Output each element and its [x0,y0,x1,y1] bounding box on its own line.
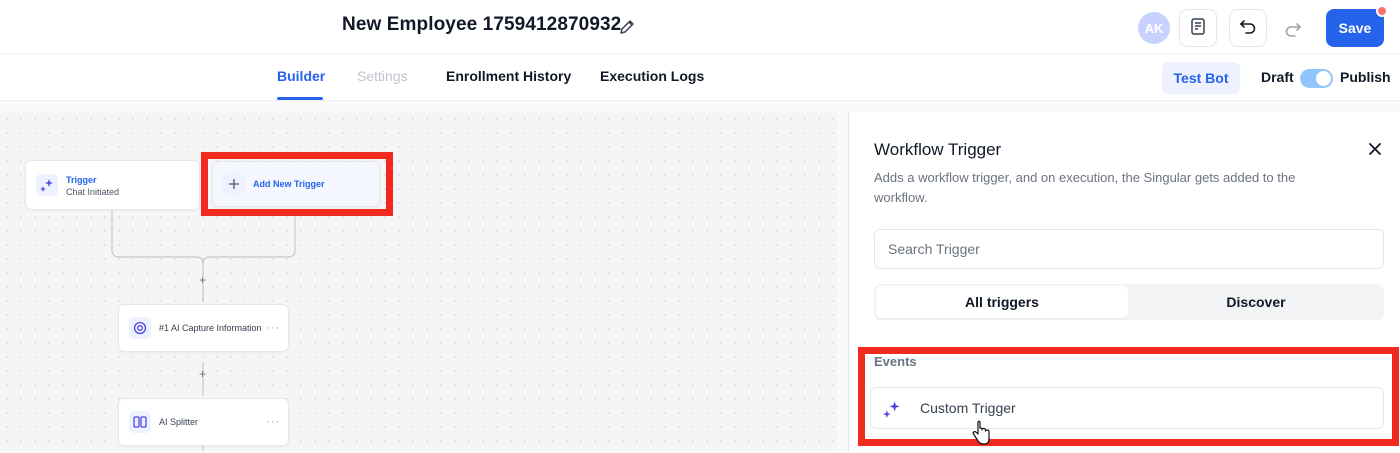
action-node-ai-capture[interactable]: #1 AI Capture Information ··· [118,304,289,352]
trigger-node[interactable]: Trigger Chat Initiated [25,160,200,210]
test-bot-button[interactable]: Test Bot [1162,62,1240,94]
tab-enrollment-history[interactable]: Enrollment History [446,68,571,84]
redo-icon[interactable] [1283,19,1303,44]
active-tab-indicator [277,97,323,100]
action-node-ai-splitter[interactable]: AI Splitter ··· [118,398,289,446]
tab-execution-logs[interactable]: Execution Logs [600,68,704,84]
segment-all-triggers[interactable]: All triggers [876,286,1128,318]
panel-description: Adds a workflow trigger, and on executio… [874,170,1296,205]
save-button[interactable]: Save [1326,9,1384,47]
target-icon [129,317,151,339]
close-icon[interactable] [1366,140,1384,158]
search-trigger-input[interactable] [874,229,1384,269]
publish-toggle[interactable] [1300,69,1333,88]
panel-title: Workflow Trigger [874,140,1002,159]
add-step-plus-icon[interactable]: + [199,273,206,287]
notes-button[interactable] [1179,9,1217,47]
tab-settings[interactable]: Settings [357,68,408,84]
trigger-node-title: Trigger [66,175,97,185]
unsaved-indicator [1376,5,1388,17]
workflow-canvas[interactable]: Trigger Chat Initiated Add New Trigger +… [0,112,837,451]
highlight-box-events [858,347,1399,446]
workflow-trigger-panel: Workflow Trigger Adds a workflow trigger… [848,112,1400,451]
top-bar: New Employee 1759412870932 AK Save [0,0,1400,54]
splitter-icon [129,411,151,433]
tab-builder[interactable]: Builder [277,68,325,84]
draft-label: Draft [1261,69,1294,85]
undo-button[interactable] [1229,9,1267,47]
add-step-plus-icon[interactable]: + [199,367,206,381]
undo-icon [1238,16,1258,41]
pencil-icon[interactable] [617,17,637,37]
more-options-icon[interactable]: ··· [266,416,280,428]
highlight-box-add-trigger [201,152,393,216]
hand-cursor-icon [970,420,992,448]
segment-discover[interactable]: Discover [1130,286,1382,318]
clipboard-icon [1188,16,1208,41]
publish-label: Publish [1340,69,1391,85]
tab-bar: Builder Settings Enrollment History Exec… [0,55,1400,101]
workflow-title: New Employee 1759412870932 [342,14,622,35]
toggle-knob [1316,71,1331,86]
sparkle-icon [36,174,58,196]
action-node-label: AI Splitter [159,417,199,427]
avatar[interactable]: AK [1138,12,1170,44]
trigger-node-subtitle: Chat Initiated [66,187,120,197]
more-options-icon[interactable]: ··· [266,322,280,334]
action-node-label: #1 AI Capture Information [159,323,262,333]
trigger-filter-segment: All triggers Discover [874,284,1384,320]
